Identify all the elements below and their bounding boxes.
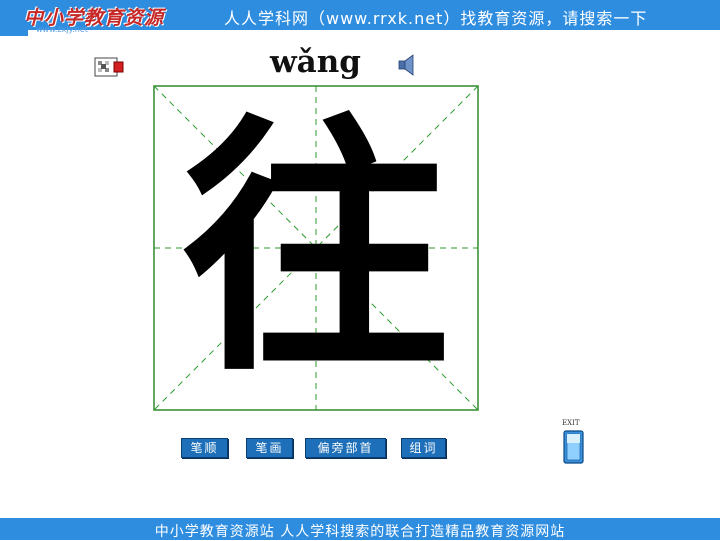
puzzle-icon[interactable]	[94, 55, 124, 79]
exit-door-icon[interactable]	[563, 430, 584, 464]
radical-button[interactable]: 偏旁部首	[305, 438, 386, 458]
side-stripe	[0, 30, 28, 36]
pinyin-label: wǎng	[270, 44, 361, 80]
speaker-icon[interactable]	[398, 54, 418, 76]
word-building-button[interactable]: 组词	[401, 438, 446, 458]
strokes-button[interactable]: 笔画	[246, 438, 293, 458]
banner-ad-text[interactable]: 人人学科网（www.rrxk.net）找教育资源，请搜索一下	[224, 5, 647, 29]
character-display: 往	[181, 89, 451, 407]
stroke-order-button[interactable]: 笔顺	[181, 438, 228, 458]
exit-label: EXIT	[562, 419, 580, 427]
footer-text[interactable]: 中小学教育资源站 人人学科搜索的联合打造精品教育资源网站	[0, 521, 720, 541]
site-logo-url: www.zxjy.net	[36, 25, 88, 34]
